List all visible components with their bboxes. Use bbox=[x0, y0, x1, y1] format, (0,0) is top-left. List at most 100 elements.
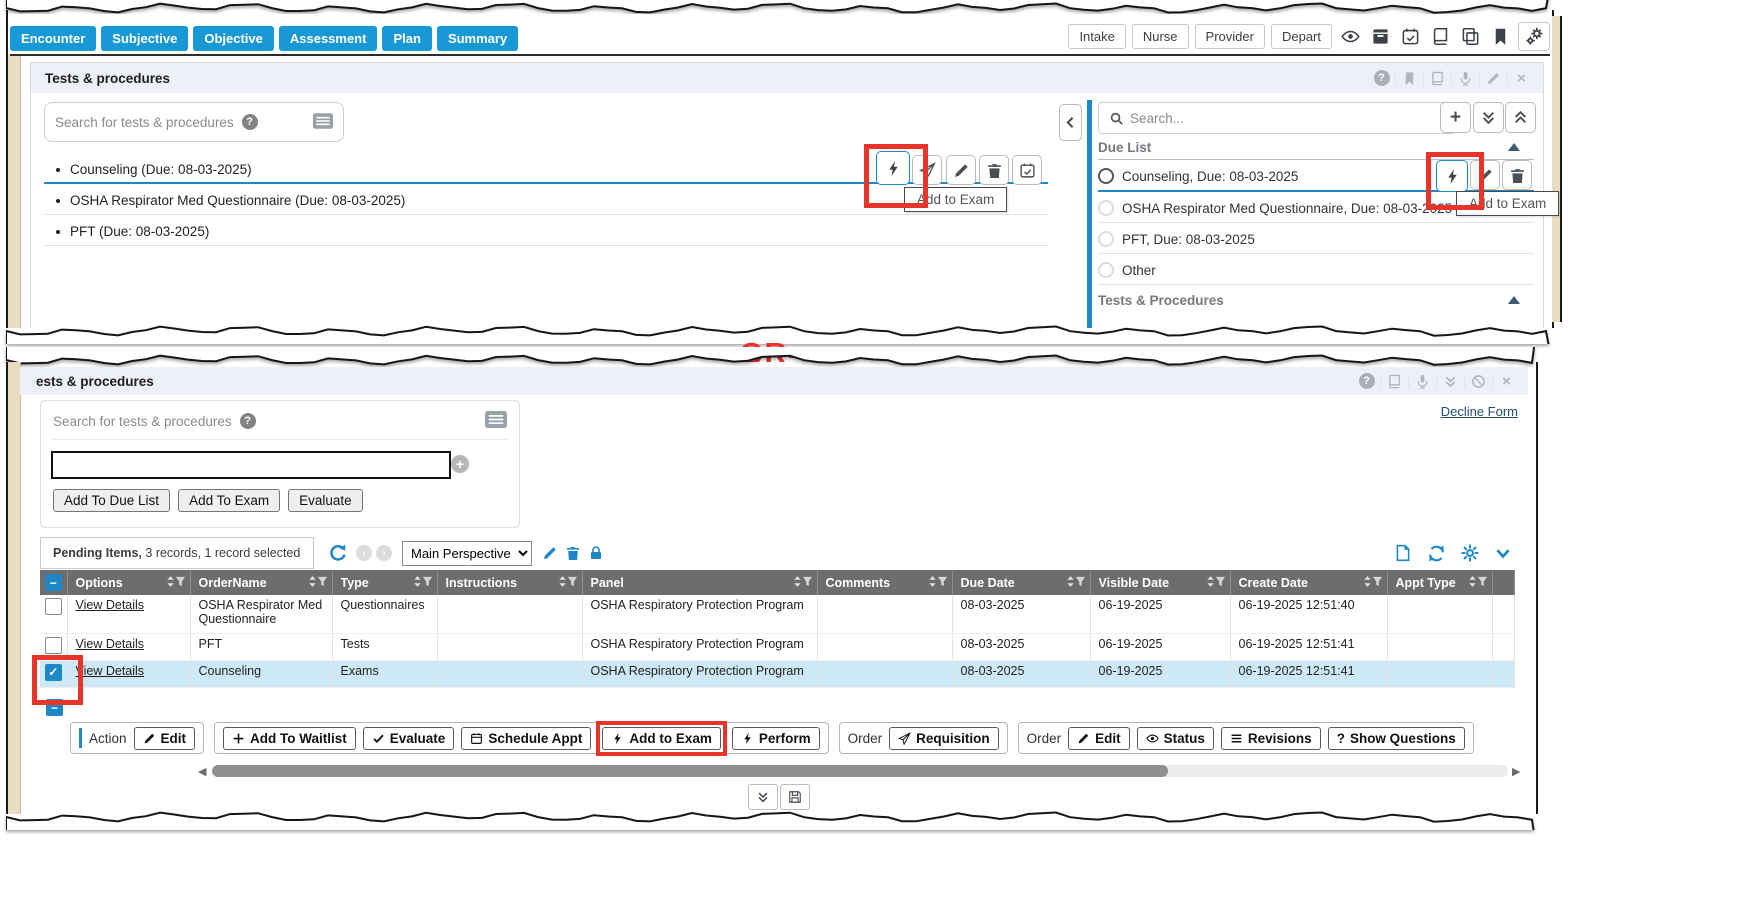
settings-gears-icon[interactable] bbox=[1518, 22, 1550, 51]
add-to-exam-button[interactable]: Add To Exam bbox=[178, 489, 280, 512]
select-all-checkbox[interactable]: − bbox=[46, 699, 63, 716]
row-checkbox[interactable]: ✓ bbox=[45, 664, 62, 681]
sort-icon[interactable] bbox=[793, 575, 802, 591]
edit-perspective-icon[interactable] bbox=[542, 545, 558, 561]
bookmark-icon[interactable] bbox=[1488, 25, 1512, 49]
filter-icon[interactable] bbox=[937, 576, 948, 590]
sort-icon[interactable] bbox=[166, 575, 175, 591]
edit-pencil-icon[interactable] bbox=[1479, 71, 1507, 86]
calendar-check-icon[interactable] bbox=[1398, 25, 1422, 49]
list-icon[interactable] bbox=[485, 411, 507, 431]
radio-icon[interactable] bbox=[1098, 231, 1114, 247]
nurse-button[interactable]: Nurse bbox=[1132, 24, 1189, 49]
due-list-item[interactable]: Other bbox=[1098, 257, 1156, 283]
book-icon[interactable] bbox=[1380, 374, 1408, 389]
list-icon[interactable] bbox=[313, 113, 333, 132]
delete-button[interactable] bbox=[979, 155, 1009, 185]
add-to-waitlist-button[interactable]: Add To Waitlist bbox=[223, 727, 356, 750]
sort-icon[interactable] bbox=[1206, 575, 1215, 591]
tab-plan[interactable]: Plan bbox=[382, 26, 431, 51]
filter-icon[interactable] bbox=[317, 576, 328, 590]
tab-assessment[interactable]: Assessment bbox=[279, 26, 378, 51]
archive-icon[interactable] bbox=[1368, 25, 1392, 49]
delete-button[interactable] bbox=[1502, 160, 1532, 190]
filter-icon[interactable] bbox=[1215, 576, 1226, 590]
close-icon[interactable]: × bbox=[1492, 373, 1520, 390]
help-icon[interactable]: ? bbox=[1368, 70, 1395, 86]
sidebar-search-field[interactable]: Search... bbox=[1098, 102, 1456, 134]
collapse-panel-button[interactable] bbox=[748, 784, 778, 810]
tests-search-field[interactable]: Search for tests & procedures ? bbox=[44, 102, 344, 142]
add-to-due-list-button[interactable]: Add To Due List bbox=[53, 489, 170, 512]
show-questions-button[interactable]: ?Show Questions bbox=[1328, 727, 1465, 750]
add-plus-button[interactable]: + bbox=[1440, 102, 1471, 133]
close-icon[interactable]: × bbox=[1507, 70, 1535, 87]
view-details-link[interactable]: View Details bbox=[76, 598, 145, 612]
edit-button[interactable]: Edit bbox=[1068, 727, 1130, 750]
scroll-left-arrow[interactable]: ◀ bbox=[198, 766, 206, 778]
schedule-calendar-button[interactable] bbox=[1012, 155, 1042, 185]
depart-button[interactable]: Depart bbox=[1271, 24, 1332, 49]
sort-icon[interactable] bbox=[308, 575, 317, 591]
radio-icon[interactable] bbox=[1098, 168, 1114, 184]
sort-icon[interactable] bbox=[413, 575, 422, 591]
revisions-button[interactable]: Revisions bbox=[1221, 727, 1321, 750]
list-item[interactable]: Counseling (Due: 08-03-2025) bbox=[50, 156, 252, 183]
filter-icon[interactable] bbox=[567, 576, 578, 590]
radio-icon[interactable] bbox=[1098, 200, 1114, 216]
sort-icon[interactable] bbox=[1468, 575, 1477, 591]
evaluate-button[interactable]: Evaluate bbox=[288, 489, 363, 512]
filter-icon[interactable] bbox=[1075, 576, 1086, 590]
perform-button[interactable]: Perform bbox=[732, 727, 820, 750]
tab-subjective[interactable]: Subjective bbox=[101, 26, 188, 51]
due-list-section-header[interactable]: Due List bbox=[1098, 140, 1151, 155]
perspective-select[interactable]: Main Perspective bbox=[402, 541, 532, 566]
lock-perspective-icon[interactable] bbox=[588, 545, 604, 561]
due-list-item[interactable]: OSHA Respirator Med Questionnaire, Due: … bbox=[1098, 195, 1452, 221]
due-list-item[interactable]: Counseling, Due: 08-03-2025 bbox=[1098, 163, 1298, 189]
row-checkbox[interactable] bbox=[45, 598, 62, 615]
table-row[interactable]: View Details PFT Tests OSHA Respiratory … bbox=[40, 633, 1514, 660]
view-details-link[interactable]: View Details bbox=[76, 664, 145, 678]
refresh-icon[interactable] bbox=[1427, 544, 1446, 563]
filter-icon[interactable] bbox=[802, 576, 813, 590]
chevron-down-icon[interactable] bbox=[1494, 544, 1512, 562]
decline-form-link[interactable]: Decline Form bbox=[1441, 404, 1518, 419]
radio-icon[interactable] bbox=[1098, 262, 1114, 278]
book-icon[interactable] bbox=[1428, 25, 1452, 49]
select-all-checkbox[interactable]: − bbox=[45, 574, 62, 591]
provider-button[interactable]: Provider bbox=[1195, 24, 1265, 49]
scroll-right-arrow[interactable]: ▶ bbox=[1512, 766, 1520, 778]
tab-encounter[interactable]: Encounter bbox=[10, 26, 96, 51]
table-row-selected[interactable]: ✓ View Details Counseling Exams OSHA Res… bbox=[40, 660, 1514, 687]
edit-button[interactable] bbox=[1470, 160, 1500, 190]
add-to-exam-lightning-button[interactable] bbox=[1436, 160, 1468, 192]
schedule-appt-button[interactable]: Schedule Appt bbox=[461, 727, 591, 750]
add-plus-icon[interactable]: + bbox=[451, 455, 469, 473]
collapse-all-button[interactable] bbox=[1505, 102, 1536, 133]
add-to-exam-button[interactable]: Add to Exam bbox=[602, 727, 721, 750]
collapse-sidebar-button[interactable] bbox=[1059, 104, 1082, 141]
filter-icon[interactable] bbox=[1372, 576, 1383, 590]
collapse-section-icon[interactable] bbox=[1508, 296, 1520, 304]
new-document-icon[interactable] bbox=[1394, 544, 1412, 562]
requisition-button[interactable]: Requisition bbox=[889, 727, 999, 750]
microphone-icon[interactable] bbox=[1451, 71, 1479, 86]
requisition-send-button[interactable] bbox=[912, 155, 942, 185]
list-item[interactable]: PFT (Due: 08-03-2025) bbox=[50, 218, 209, 245]
save-button[interactable] bbox=[780, 784, 810, 810]
help-icon[interactable]: ? bbox=[1353, 373, 1380, 389]
collapse-chevrons-icon[interactable] bbox=[1436, 374, 1464, 389]
tests-procedures-section-header[interactable]: Tests & Procedures bbox=[1098, 293, 1224, 308]
horizontal-scrollbar-thumb[interactable] bbox=[212, 765, 1168, 777]
eye-icon[interactable] bbox=[1338, 25, 1362, 49]
tab-objective[interactable]: Objective bbox=[193, 26, 274, 51]
copy-icon[interactable] bbox=[1458, 25, 1482, 49]
gear-icon[interactable] bbox=[1461, 544, 1479, 562]
status-button[interactable]: Status bbox=[1137, 727, 1214, 750]
sort-icon[interactable] bbox=[558, 575, 567, 591]
expand-all-button[interactable] bbox=[1473, 102, 1504, 133]
filter-icon[interactable] bbox=[422, 576, 433, 590]
add-to-exam-lightning-button[interactable] bbox=[876, 151, 910, 185]
undo-icon[interactable] bbox=[328, 543, 348, 563]
